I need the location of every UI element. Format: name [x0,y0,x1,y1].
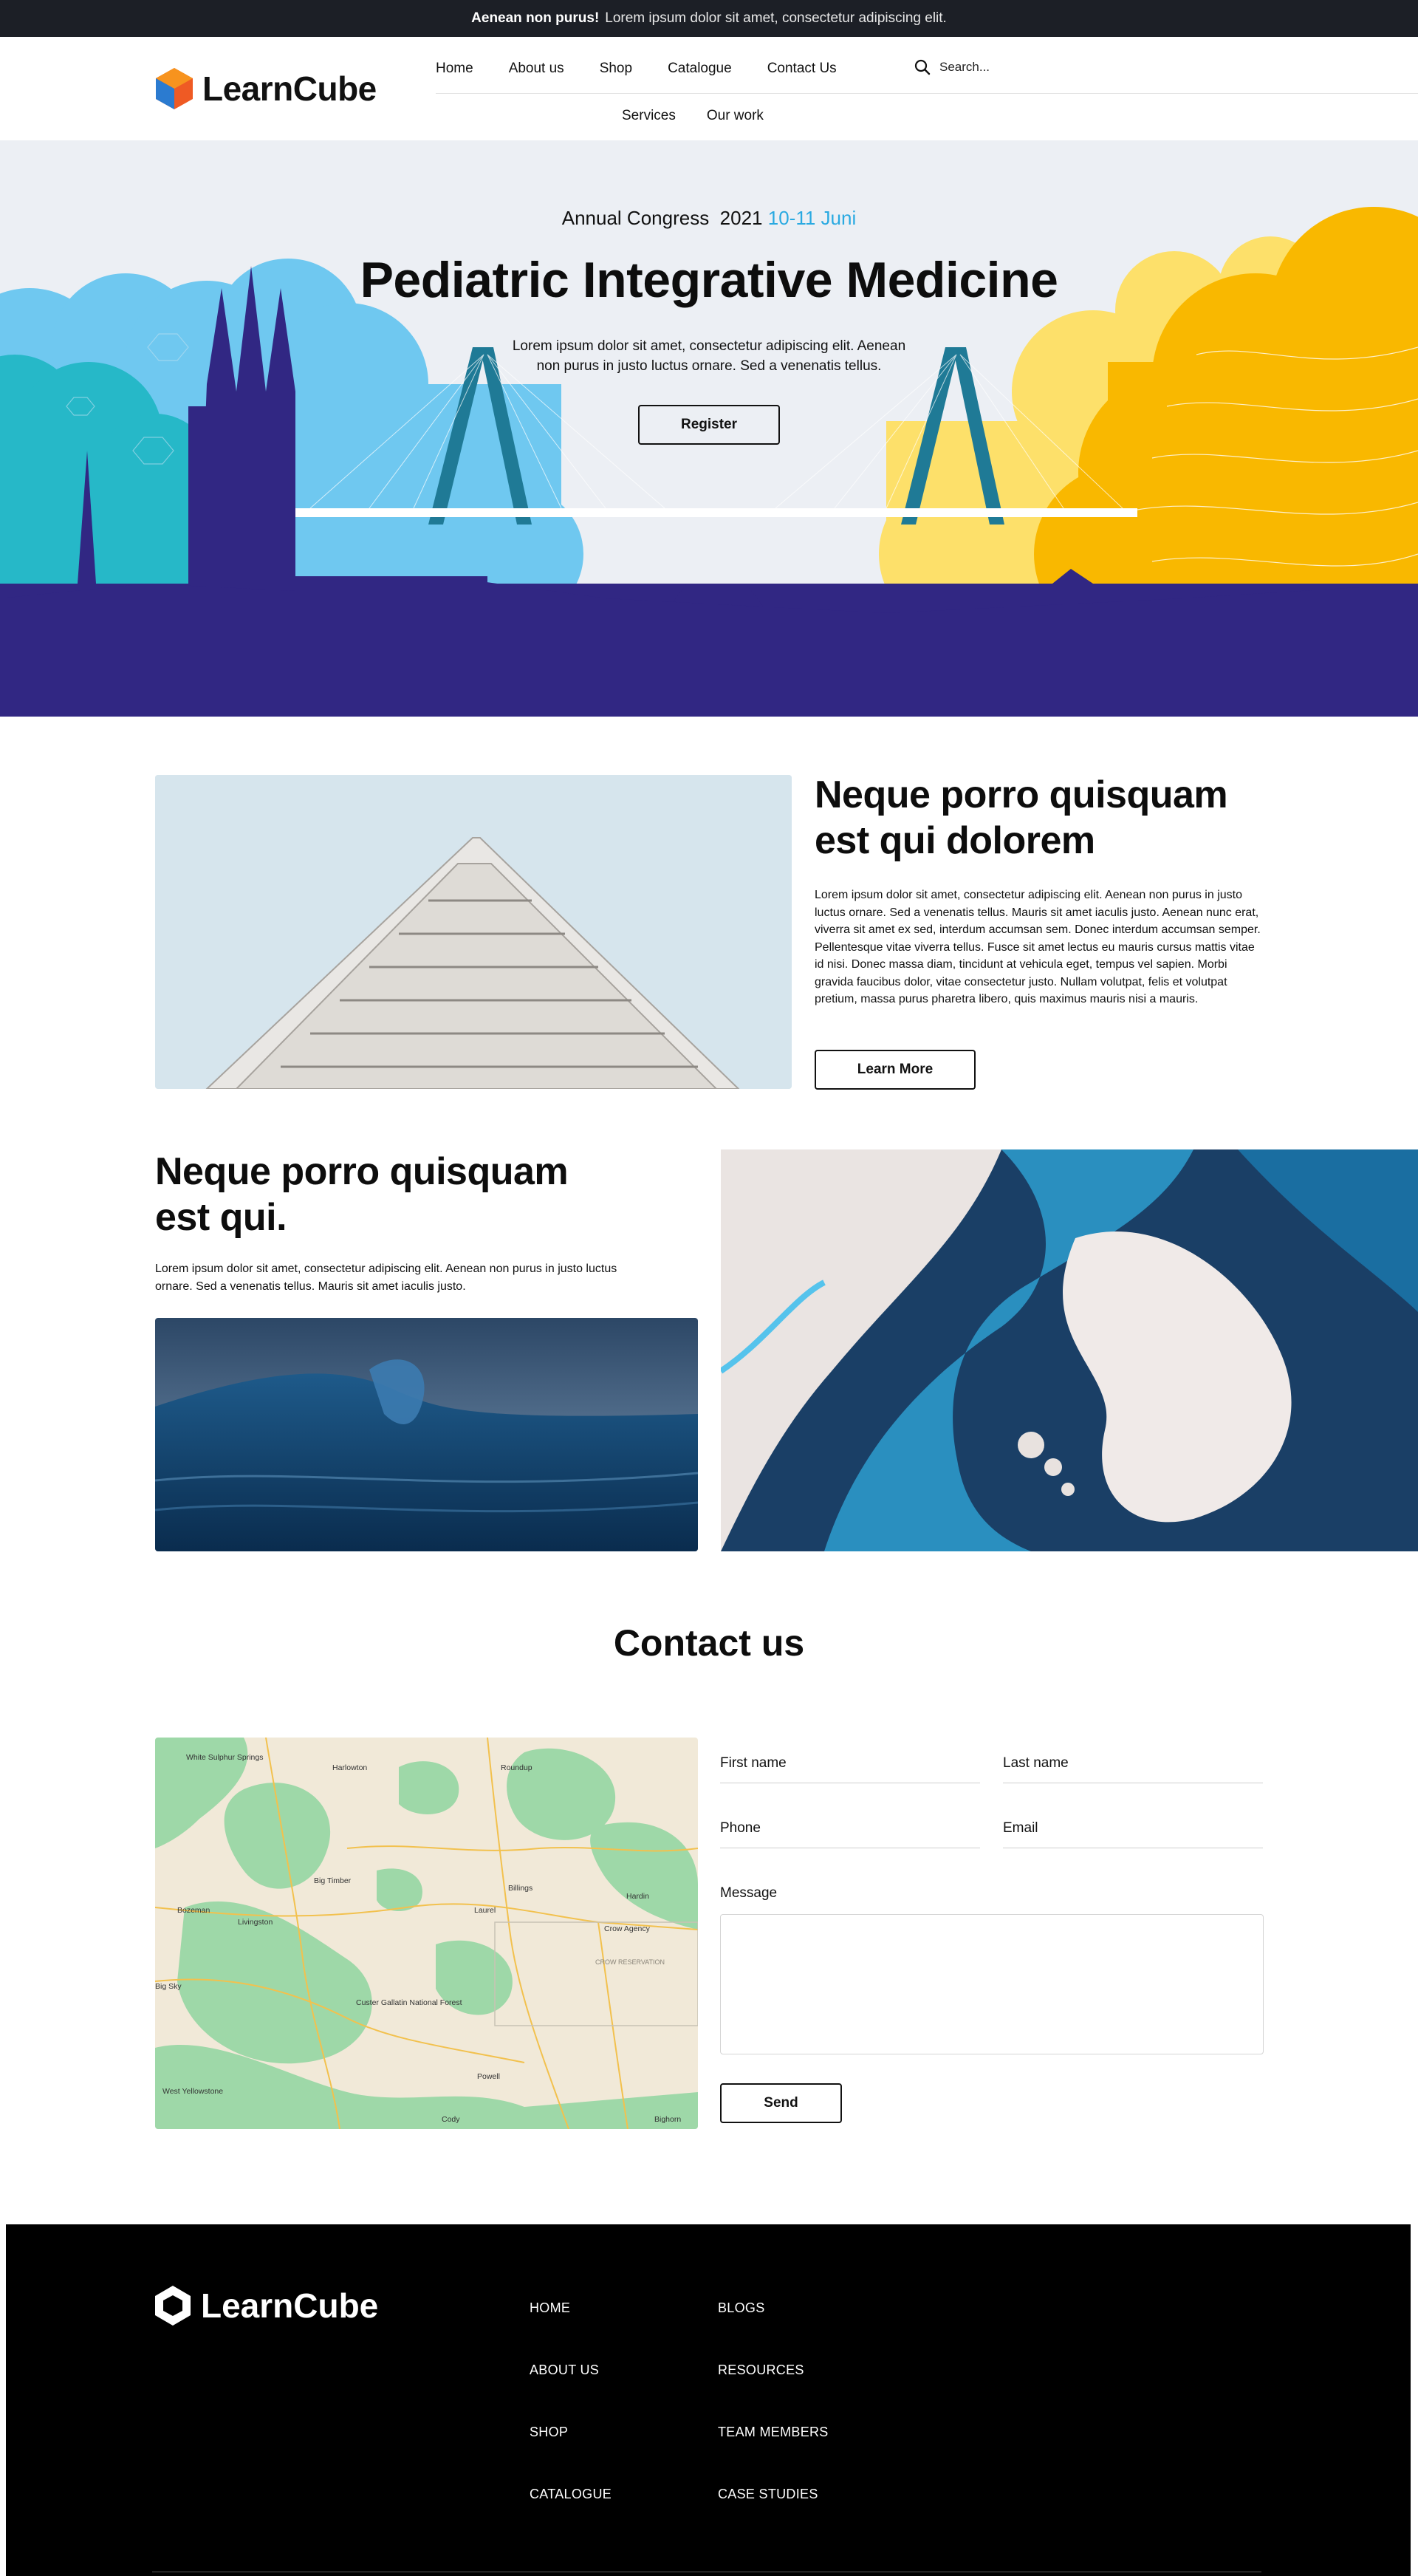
secondary-nav: Services Our work [622,108,764,124]
site-header: LearnCube Home About us Shop Catalogue C… [0,37,1418,140]
announcement-bar: Aenean non purus! Lorem ipsum dolor sit … [0,0,1418,37]
site-footer: LearnCube HOME ABOUT US SHOP CATALOGUE B… [6,2224,1411,2576]
logo[interactable]: LearnCube [154,66,377,111]
nav-catalogue[interactable]: Catalogue [668,61,732,77]
map-illustration: White Sulphur Springs Harlowton Roundup … [155,1738,698,2129]
nav-about-us[interactable]: About us [509,61,564,77]
nav-shop[interactable]: Shop [600,61,632,77]
map[interactable]: White Sulphur Springs Harlowton Roundup … [155,1738,698,2129]
footer-link-catalogue[interactable]: CATALOGUE [530,2487,612,2549]
footer-logo[interactable]: LearnCube [152,2283,378,2328]
building-image [155,775,792,1089]
register-button[interactable]: Register [638,405,780,445]
learn-more-button[interactable]: Learn More [815,1050,976,1090]
section2-title: Neque porro quisquam est qui. [155,1150,569,1239]
map-label: Crow Agency [604,1924,651,1933]
map-label: Bighorn [654,2115,681,2124]
search-box[interactable]: Search... [914,59,990,75]
abstract-illustration [721,1149,1418,1551]
map-label: CROW RESERVATION [595,1958,665,1966]
announcement-text: Lorem ipsum dolor sit amet, consectetur … [605,10,947,26]
map-label: Roundup [501,1763,532,1772]
hero-event: Annual Congress [561,207,710,229]
cube-logo-icon [156,68,193,109]
last-name-label: Last name [1003,1755,1069,1771]
footer-link-shop[interactable]: SHOP [530,2425,612,2487]
wave-illustration [155,1318,698,1551]
first-name-label: First name [720,1755,787,1771]
footer-link-resources[interactable]: RESOURCES [718,2363,829,2425]
map-label: Laurel [474,1906,496,1915]
nav-our-work[interactable]: Our work [707,108,764,124]
search-input[interactable]: Search... [939,60,990,75]
map-label: White Sulphur Springs [186,1753,263,1762]
phone-label: Phone [720,1820,761,1836]
hero-text: Lorem ipsum dolor sit amet, consectetur … [512,338,906,374]
footer-links-col2: BLOGS RESOURCES TEAM MEMBERS CASE STUDIE… [718,2300,829,2549]
footer-link-case-studies[interactable]: CASE STUDIES [718,2487,829,2549]
email-label: Email [1003,1820,1038,1836]
footer-link-about-us[interactable]: ABOUT US [530,2363,612,2425]
wave-image [155,1318,698,1551]
map-label: Billings [508,1884,532,1893]
message-field[interactable] [720,1914,1264,2054]
logo-text: LearnCube [202,69,377,108]
contact-title: Contact us [613,1622,805,1664]
nav-divider [436,93,1418,94]
map-label: Cody [442,2115,460,2124]
hero-banner: Annual Congress 2021 10-11 Juni Pediatri… [0,140,1418,717]
footer-link-team-members[interactable]: TEAM MEMBERS [718,2425,829,2487]
section1-text: Lorem ipsum dolor sit amet, consectetur … [815,889,1261,1005]
hero-event-line: Annual Congress 2021 10-11 Juni [0,207,1418,230]
search-icon [914,59,931,75]
hero-year: 2021 [719,207,763,229]
map-label: Big Sky [155,1982,182,1991]
nav-home[interactable]: Home [436,61,473,77]
main-nav: Home About us Shop Catalogue Contact Us [436,61,837,77]
section2-text: Lorem ipsum dolor sit amet, consectetur … [155,1263,617,1293]
footer-link-blogs[interactable]: BLOGS [718,2300,829,2363]
footer-link-home[interactable]: HOME [530,2300,612,2363]
footer-links-col1: HOME ABOUT US SHOP CATALOGUE [530,2300,612,2549]
abstract-fluid-image [721,1149,1418,1551]
map-label: West Yellowstone [162,2087,223,2096]
building-illustration [155,775,792,1089]
hero-dates: 10-11 Juni [767,207,857,229]
map-label: Big Timber [314,1876,352,1885]
map-label: Bozeman [177,1906,210,1915]
map-label: Hardin [626,1892,649,1901]
nav-contact-us[interactable]: Contact Us [767,61,837,77]
hero-title: Pediatric Integrative Medicine [360,252,1058,308]
announcement-bold: Aenean non purus! [471,10,600,26]
message-label: Message [720,1885,778,1901]
nav-services[interactable]: Services [622,108,676,124]
map-label: Custer Gallatin National Forest [356,1998,462,2007]
map-label: Livingston [238,1918,273,1927]
map-label: Harlowton [332,1763,367,1772]
send-button[interactable]: Send [720,2083,842,2123]
section1-title: Neque porro quisquam est qui dolorem [815,773,1228,862]
cube-logo-icon [155,2286,191,2326]
footer-logo-text: LearnCube [201,2286,379,2325]
map-label: Powell [477,2072,500,2081]
